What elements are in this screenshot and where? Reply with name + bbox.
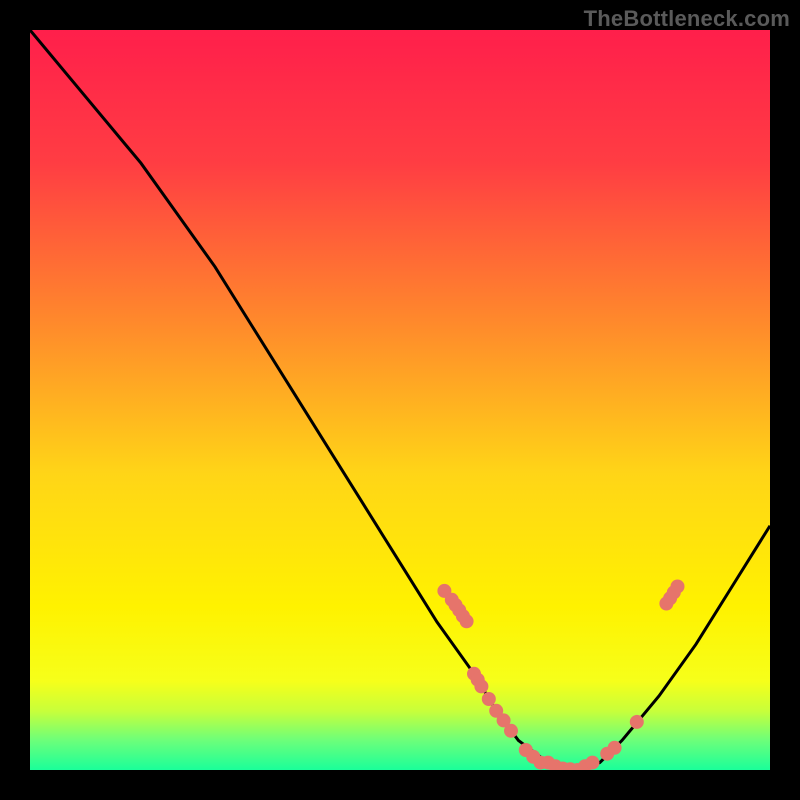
data-marker [504, 724, 518, 738]
data-marker [474, 679, 488, 693]
data-marker [608, 741, 622, 755]
plot-area [30, 30, 770, 770]
data-marker [630, 715, 644, 729]
chart-container: TheBottleneck.com [0, 0, 800, 800]
data-marker [460, 614, 474, 628]
data-marker [482, 692, 496, 706]
bottleneck-curve [30, 30, 770, 770]
data-marker [671, 580, 685, 594]
data-marker [585, 756, 599, 770]
watermark-text: TheBottleneck.com [584, 6, 790, 32]
chart-overlay [30, 30, 770, 770]
data-markers [437, 580, 684, 771]
